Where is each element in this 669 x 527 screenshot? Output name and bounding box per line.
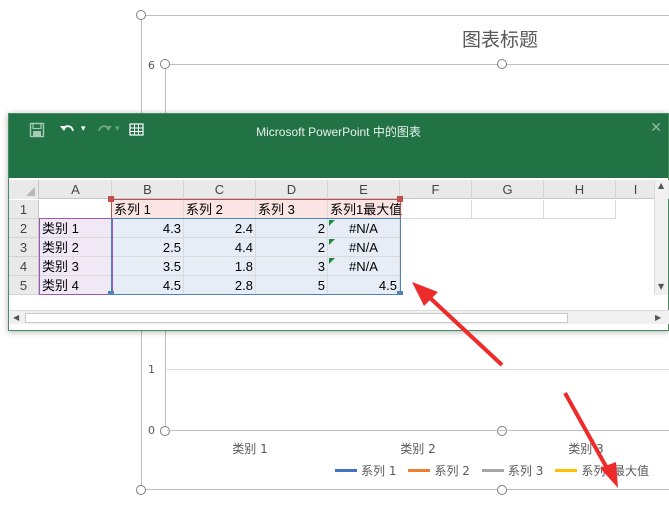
chart-data-window[interactable]: ▾ ▾ Microsoft PowerPoint 中的图表 ✕ A B C D … [8,113,669,331]
window-title: Microsoft PowerPoint 中的图表 [256,125,421,139]
row-header-5[interactable]: 5 [9,276,39,295]
plot-resize-handle[interactable] [497,426,507,436]
select-all-corner[interactable] [9,180,39,199]
window-titlebar[interactable]: ▾ ▾ Microsoft PowerPoint 中的图表 ✕ [9,114,668,178]
cell-e2[interactable]: #N/A [328,219,400,238]
cell-a3[interactable]: 类别 2 [40,238,112,257]
cell-a4[interactable]: 类别 3 [40,257,112,276]
range-handle[interactable] [397,291,403,295]
plot-resize-handle[interactable] [160,59,170,69]
cell-b1[interactable]: 系列 1 [112,200,184,219]
cell-d1[interactable]: 系列 3 [256,200,328,219]
range-handle[interactable] [108,291,114,295]
range-handle[interactable] [108,196,114,202]
column-header-b[interactable]: B [112,180,184,199]
column-header-h[interactable]: H [544,180,616,199]
row-header-3[interactable]: 3 [9,238,39,257]
resize-handle[interactable] [497,485,507,495]
cell-a1[interactable] [40,200,112,219]
cell-c2[interactable]: 2.4 [184,219,256,238]
x-category-label: 类别 2 [400,442,436,456]
cell-h1[interactable] [544,200,616,219]
cell-c5[interactable]: 2.8 [184,276,256,295]
cell-a2[interactable]: 类别 1 [40,219,112,238]
close-icon[interactable]: ✕ [650,120,662,136]
cell-d5[interactable]: 5 [256,276,328,295]
legend-label: 系列 3 [507,464,544,478]
cell-c4[interactable]: 1.8 [184,257,256,276]
row-header-1[interactable]: 1 [9,200,39,219]
legend-label: 系列 2 [434,464,470,478]
scroll-left-icon[interactable]: ◀ [13,313,19,322]
vertical-scrollbar[interactable]: ▲ ▼ [654,180,668,295]
cell-e1[interactable]: 系列1最大值 [328,200,402,219]
legend-item-series2[interactable]: 系列 2 [408,462,470,479]
row-header-4[interactable]: 4 [9,257,39,276]
legend-label: 系列1最大值 [581,464,649,478]
range-handle[interactable] [397,196,403,202]
series4-swatch [555,469,578,472]
cell-e5[interactable]: 4.5 [328,276,400,295]
cell-b3[interactable]: 2.5 [112,238,184,257]
column-header-c[interactable]: C [184,180,256,199]
cell-b5[interactable]: 4.5 [112,276,184,295]
cell-d4[interactable]: 3 [256,257,328,276]
column-header-d[interactable]: D [256,180,328,199]
cell-e3[interactable]: #N/A [328,238,400,257]
chart-legend[interactable]: 系列 1 系列 2 系列 3 系列1最大值 [335,462,649,479]
cell-c3[interactable]: 4.4 [184,238,256,257]
x-axis-line [167,430,669,431]
plot-resize-handle[interactable] [160,426,170,436]
y-tick-label: 0 [148,424,155,437]
legend-item-series1[interactable]: 系列 1 [335,462,396,479]
series3-swatch [481,469,504,472]
gridline [167,369,669,370]
resize-handle[interactable] [136,485,146,495]
series2-swatch [408,469,431,472]
legend-item-series3[interactable]: 系列 3 [481,462,544,479]
cell-b2[interactable]: 4.3 [112,219,184,238]
legend-label: 系列 1 [361,464,397,478]
legend-item-series1-max[interactable]: 系列1最大值 [555,462,649,479]
resize-handle[interactable] [136,10,146,20]
cell-f1[interactable] [400,200,472,219]
y-tick-label: 6 [148,59,155,72]
series1-swatch [335,469,357,472]
error-indicator-icon[interactable] [329,258,335,264]
scroll-down-icon[interactable]: ▼ [658,282,664,291]
x-category-label: 类别 1 [232,442,268,456]
cell-b4[interactable]: 3.5 [112,257,184,276]
cell-a5[interactable]: 类别 4 [40,276,112,295]
column-header-g[interactable]: G [472,180,544,199]
cell-e4[interactable]: #N/A [328,257,400,276]
cell-c1[interactable]: 系列 2 [184,200,256,219]
scroll-up-icon[interactable]: ▲ [658,181,664,190]
column-header-e[interactable]: E [328,180,400,199]
chart-title[interactable]: 图表标题 [420,25,580,52]
plot-resize-handle[interactable] [497,59,507,69]
column-header-a[interactable]: A [40,180,112,199]
spreadsheet-grid[interactable]: A B C D E F G H I 1 2 3 4 5 6 系列 1 系列 2 … [9,180,669,295]
horizontal-scrollbar[interactable]: ◀ ▶ [9,310,669,324]
cell-d2[interactable]: 2 [256,219,328,238]
column-header-i[interactable]: I [616,180,656,199]
error-indicator-icon[interactable] [329,220,335,226]
cell-d3[interactable]: 2 [256,238,328,257]
error-indicator-icon[interactable] [329,239,335,245]
scroll-thumb[interactable] [25,313,568,323]
cell-g1[interactable] [472,200,544,219]
column-header-f[interactable]: F [400,180,472,199]
scroll-right-icon[interactable]: ▶ [655,313,661,322]
row-header-2[interactable]: 2 [9,219,39,238]
y-tick-label: 1 [148,363,155,376]
x-category-label: 类别 3 [568,442,604,456]
